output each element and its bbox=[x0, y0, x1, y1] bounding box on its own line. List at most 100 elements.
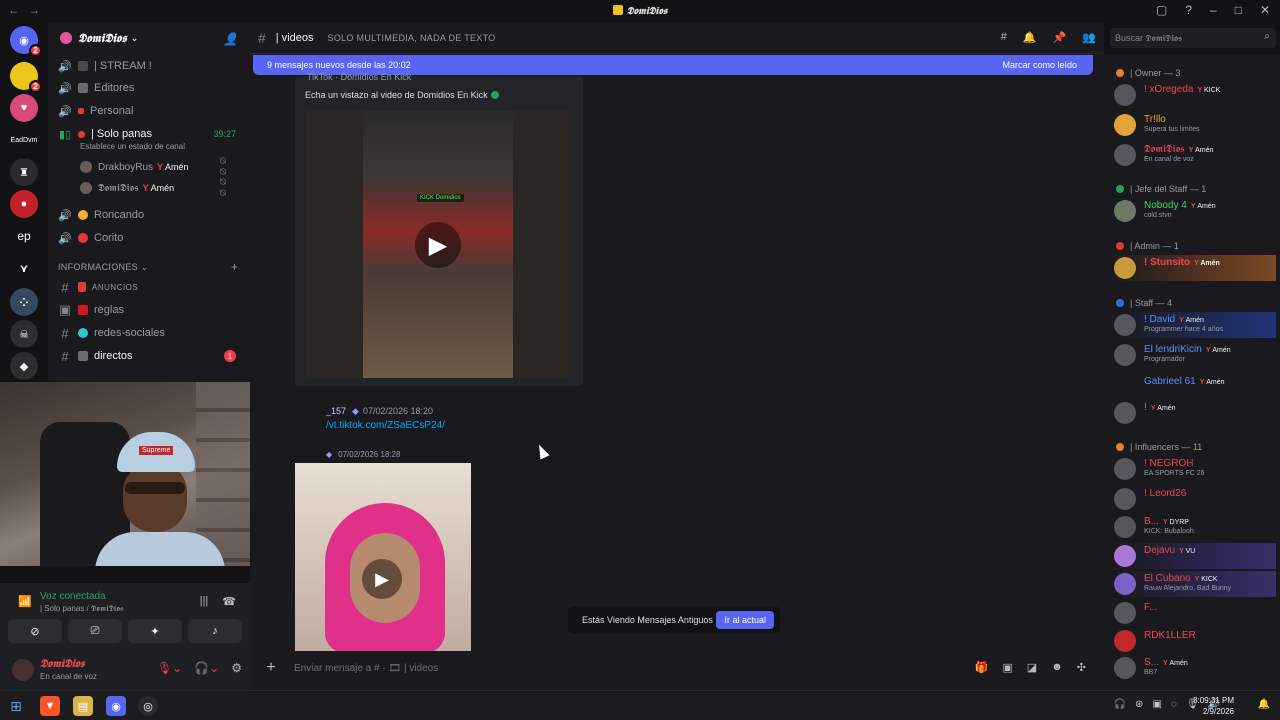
chevron-down-icon: ⌄ bbox=[130, 32, 139, 43]
member-item[interactable]: DejavuVU bbox=[1114, 543, 1276, 569]
headset-tray-icon[interactable]: 🎧 bbox=[1114, 699, 1126, 710]
video-attachment[interactable]: ▶ bbox=[295, 463, 471, 651]
voice-channel-solo-panas[interactable]: ▮▯ | Solo panas 39:27 bbox=[56, 124, 246, 144]
voice-user-domidios[interactable]: 𝕯𝖔𝖒𝖎𝕯𝖎𝖔𝖘Amén⍉ ⍉ bbox=[80, 177, 226, 199]
gif-icon[interactable]: ▣ bbox=[1002, 661, 1012, 674]
voice-channel-roncando[interactable]: 🔊 Roncando bbox=[56, 205, 246, 225]
server-icon-6[interactable]: ep bbox=[10, 222, 38, 250]
user-name[interactable]: 𝕯𝖔𝖒𝖎𝕯𝖎𝖔𝖘 bbox=[40, 658, 85, 671]
add-attachment-icon[interactable]: + bbox=[258, 659, 284, 677]
emoji-icon[interactable]: ☻ bbox=[1051, 661, 1063, 674]
help-icon[interactable]: ? bbox=[1185, 3, 1192, 17]
message-input[interactable]: Enviar mensaje a # · 🎞 | videos bbox=[294, 663, 438, 674]
windows-start-icon[interactable]: ⊞ bbox=[6, 696, 26, 716]
server-icon-9[interactable]: ◆ bbox=[10, 352, 38, 380]
text-channel-anuncios[interactable]: # ANUNCIOS bbox=[56, 277, 246, 297]
members-icon[interactable]: 👥 bbox=[1082, 31, 1096, 44]
brave-browser-icon[interactable]: ▼ bbox=[40, 696, 60, 716]
camera-toggle-button[interactable]: ⊘ bbox=[8, 619, 62, 643]
screen-share-button[interactable]: ⎚ bbox=[68, 619, 122, 643]
minimize-button[interactable]: – bbox=[1210, 3, 1217, 17]
text-channel-redes[interactable]: # redes-sociales bbox=[56, 323, 246, 343]
play-icon[interactable]: ▶ bbox=[415, 222, 461, 268]
home-icon[interactable]: ◉ 2 bbox=[10, 26, 42, 57]
channel-topic[interactable]: SOLO MULTIMEDIA, NADA DE TEXTO bbox=[328, 33, 496, 43]
member-item[interactable]: Tr!llo Supera tus limites bbox=[1114, 112, 1276, 138]
threads-icon[interactable]: # bbox=[1001, 31, 1007, 44]
video-thumbnail[interactable]: KICK Domidios ▶ bbox=[305, 110, 572, 378]
noise-suppression-icon[interactable]: ||| bbox=[200, 595, 209, 608]
nvidia-tray-icon[interactable]: ▣ bbox=[1152, 699, 1161, 710]
soundboard-button[interactable]: ♪ bbox=[188, 619, 242, 643]
play-icon[interactable]: ▶ bbox=[362, 559, 402, 599]
voice-user-drakboy[interactable]: DrakboyRusAmén⍉ ⍉ bbox=[80, 156, 226, 178]
member-item[interactable]: S...AménBB7 bbox=[1114, 655, 1276, 681]
member-item[interactable]: !Amén bbox=[1114, 400, 1276, 426]
system-clock[interactable]: 8:09:31 PM 2/9/2026 bbox=[1193, 695, 1234, 717]
server-icon-3[interactable]: EadDvm bbox=[9, 126, 39, 154]
server-icon-4[interactable]: ♜ bbox=[10, 158, 38, 186]
member-item[interactable]: B...DYRPKICK: Bubalooh bbox=[1114, 514, 1276, 540]
server-folder-icon[interactable]: ⁘ bbox=[10, 288, 38, 316]
server-icon-8[interactable]: ☠ bbox=[10, 320, 38, 348]
voice-channel-corito[interactable]: 🔊 Corito bbox=[56, 228, 246, 248]
add-member-icon[interactable]: 👤 bbox=[223, 32, 238, 46]
sticker-icon[interactable]: ◪ bbox=[1027, 661, 1037, 674]
message-link[interactable]: /vt.tiktok.com/ZSaECsP24/ bbox=[326, 420, 445, 431]
member-group-owner: | Owner — 3 bbox=[1116, 68, 1180, 78]
inbox-icon[interactable]: ▢ bbox=[1156, 3, 1167, 17]
text-channel-reglas[interactable]: ▣ reglas bbox=[56, 300, 246, 320]
voice-channel-editores[interactable]: 🔊 Editores bbox=[56, 78, 246, 98]
avatar bbox=[1114, 573, 1136, 595]
guild-header[interactable]: 𝕯𝖔𝖒𝖎𝕯𝖎𝖔𝖘 ⌄ 👤 bbox=[48, 22, 250, 54]
member-item[interactable]: ! NEGROH EA SPORTS FC 26 bbox=[1114, 456, 1276, 482]
message-author[interactable]: _157 bbox=[326, 406, 346, 416]
member-item[interactable]: 𝕯𝖔𝖒𝖎𝕯𝖎𝖔𝖘AménEn canal de voz bbox=[1114, 142, 1276, 168]
wifi-tray-icon[interactable]: ◌ bbox=[1171, 699, 1177, 710]
member-item[interactable]: ! Leord26 bbox=[1114, 486, 1276, 512]
server-icon-5[interactable]: ● bbox=[10, 190, 38, 218]
activities-button[interactable]: ✦ bbox=[128, 619, 182, 643]
member-item[interactable]: ! DavidAménProgrammer hace 4 años bbox=[1114, 312, 1276, 338]
voice-status[interactable]: Voz conectada bbox=[40, 591, 106, 602]
search-input[interactable]: Buscar 𝕯𝖔𝖒𝖎𝕯𝖎𝖔𝖘 ⌕ bbox=[1110, 28, 1276, 48]
bell-icon[interactable]: 🔔 bbox=[1023, 31, 1037, 44]
notification-bell-icon[interactable]: 🔔 bbox=[1258, 699, 1270, 710]
apps-icon[interactable]: ✣ bbox=[1077, 661, 1086, 674]
pin-icon[interactable]: 📌 bbox=[1053, 31, 1067, 44]
mark-read-button[interactable]: Marcar como leído bbox=[1002, 60, 1077, 70]
deafen-icon[interactable]: 🎧⌄ bbox=[194, 661, 219, 675]
file-explorer-icon[interactable]: ▤ bbox=[73, 696, 93, 716]
category-informaciones[interactable]: INFORMACIONES ⌄ bbox=[58, 262, 149, 273]
disconnect-icon[interactable]: ☎ bbox=[222, 595, 236, 608]
voice-channel-personal[interactable]: 🔊 Personal bbox=[56, 101, 246, 121]
member-item[interactable]: Gabrieel 61Amén bbox=[1114, 374, 1276, 400]
close-button[interactable]: ✕ bbox=[1260, 3, 1270, 17]
server-icon-7[interactable]: ⋎ bbox=[10, 254, 38, 282]
message-composer[interactable]: + Enviar mensaje a # · 🎞 | videos 🎁 ▣ ◪ … bbox=[258, 652, 1096, 684]
gift-icon[interactable]: 🎁 bbox=[975, 661, 989, 674]
obs-icon[interactable]: ◎ bbox=[138, 696, 158, 716]
member-item[interactable]: RDK1LLER bbox=[1114, 628, 1276, 654]
network-tray-icon[interactable]: ⊛ bbox=[1135, 699, 1143, 710]
maximize-button[interactable]: □ bbox=[1235, 3, 1242, 17]
voice-channel-stream[interactable]: 🔊 | STREAM ! bbox=[56, 56, 246, 76]
discord-taskbar-icon[interactable]: ◉ bbox=[106, 696, 126, 716]
member-item[interactable]: El CubanoKICKRauw Alejandro, Bad Bunny bbox=[1114, 571, 1276, 597]
text-channel-directos[interactable]: # directos 1 bbox=[56, 346, 246, 366]
add-channel-icon[interactable]: + bbox=[231, 260, 238, 274]
member-item[interactable]: ! StunsitoAmén bbox=[1114, 255, 1276, 281]
jump-to-present-button[interactable]: Ir al actual bbox=[716, 611, 774, 629]
window-titlebar: ←→ 𝕯𝖔𝖒𝖎𝕯𝖎𝖔𝖘 ▢ ? – □ ✕ bbox=[0, 0, 1280, 22]
avatar[interactable] bbox=[12, 659, 34, 681]
server-icon-2[interactable]: ♥ bbox=[10, 94, 38, 122]
server-icon-1[interactable]: 2 bbox=[10, 62, 42, 93]
member-item[interactable]: Nobody 4Améncold.stvn bbox=[1114, 198, 1276, 224]
channel-status-hint[interactable]: Establece un estado de canal bbox=[80, 142, 185, 151]
mic-muted-icon[interactable]: 🎙⌄ bbox=[157, 661, 182, 675]
member-item[interactable]: ! xOregedaKICK bbox=[1114, 82, 1276, 108]
member-item[interactable]: F... bbox=[1114, 600, 1276, 626]
gear-icon[interactable]: ⚙ bbox=[231, 661, 242, 675]
embed-title[interactable]: TikTok · Domidios En Kick bbox=[307, 72, 411, 82]
member-item[interactable]: El lendriKicinAménProgramador bbox=[1114, 342, 1276, 368]
